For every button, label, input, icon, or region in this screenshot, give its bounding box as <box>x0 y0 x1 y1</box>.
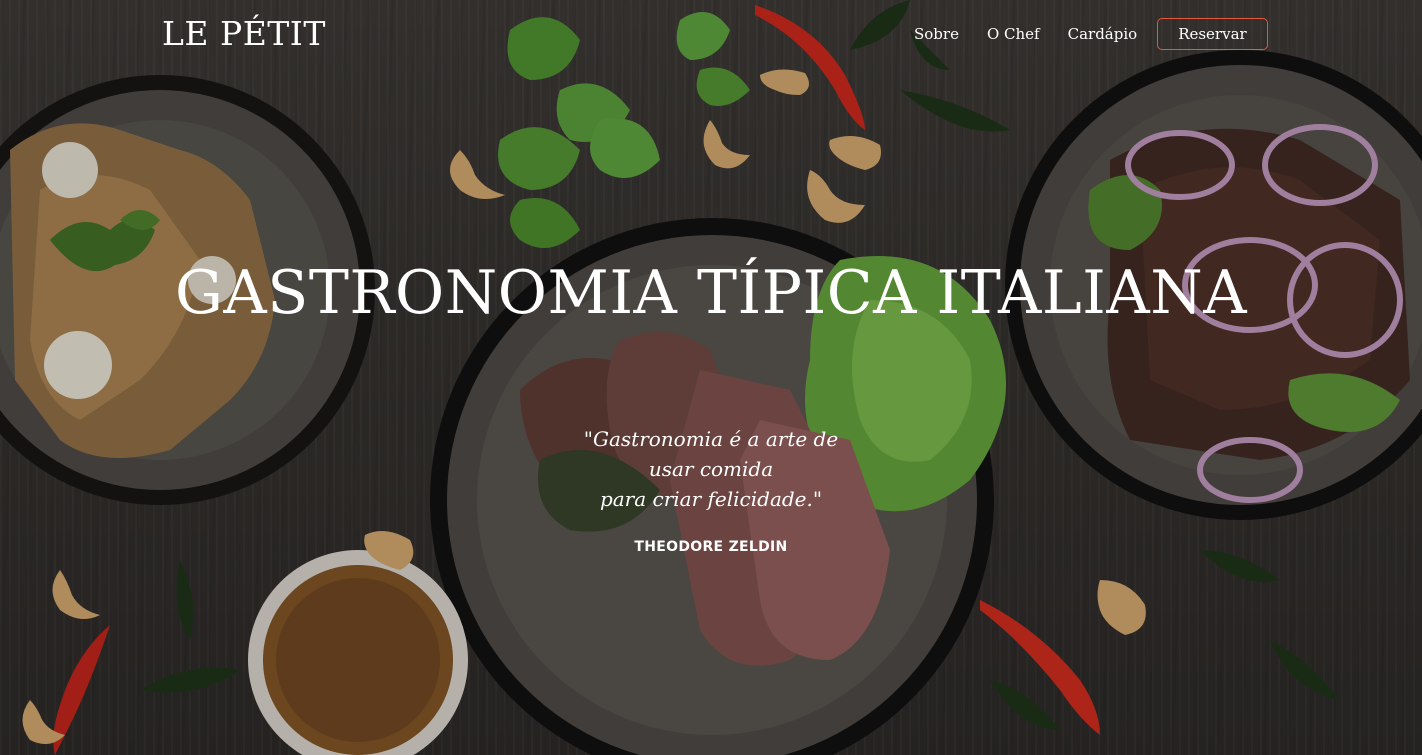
hero-headline: GASTRONOMIA TÍPICA ITALIANA <box>174 258 1248 328</box>
quote-author: THEODORE ZELDIN <box>634 539 788 555</box>
brand-logo[interactable]: LE PÉTIT <box>162 14 326 53</box>
reserve-button[interactable]: Reservar <box>1157 17 1268 50</box>
nav-link-cardapio[interactable]: Cardápio <box>1068 25 1138 43</box>
hero-dark-overlay <box>0 0 1422 755</box>
hero-quote: "Gastronomia é a arte de usar comida par… <box>583 427 839 511</box>
main-nav: Sobre O Chef Cardápio Reservar <box>900 17 1268 50</box>
nav-link-o-chef[interactable]: O Chef <box>987 25 1040 43</box>
hero-section: LE PÉTIT Sobre O Chef Cardápio Reservar … <box>0 0 1422 755</box>
nav-link-sobre[interactable]: Sobre <box>914 25 959 43</box>
